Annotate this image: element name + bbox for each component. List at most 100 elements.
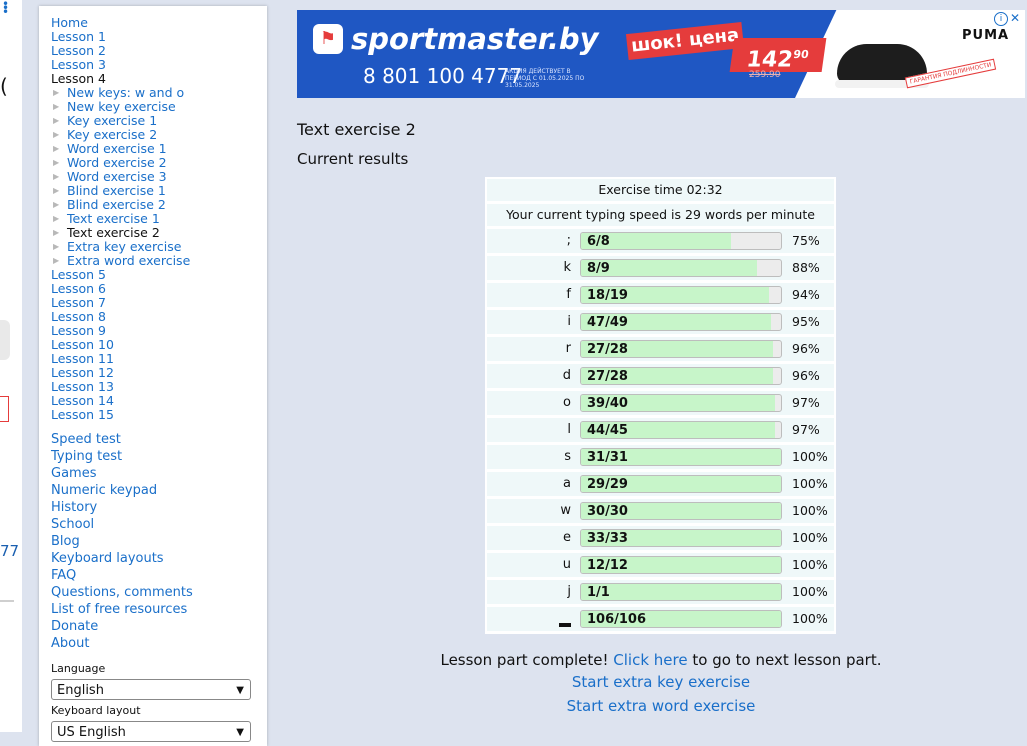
- key-row: d 27/28 96%: [487, 364, 834, 388]
- subnav-key-exercise-2[interactable]: ▶ Key exercise 2: [53, 128, 190, 142]
- subnav-label: New keys: w and o: [67, 85, 185, 100]
- nav-school[interactable]: School: [51, 516, 193, 533]
- key-row: r 27/28 96%: [487, 337, 834, 361]
- key-row: k 8/9 88%: [487, 256, 834, 280]
- subnav-label: Word exercise 1: [67, 141, 167, 156]
- extra-key-exercise-link[interactable]: Start extra key exercise: [572, 673, 750, 691]
- nav-lesson-14[interactable]: Lesson 14: [51, 394, 190, 408]
- ad-close-icon[interactable]: ✕: [1010, 11, 1020, 25]
- subnav-extra-key-exercise[interactable]: ▶ Extra key exercise: [53, 240, 190, 254]
- subnav-label: New key exercise: [67, 99, 176, 114]
- subnav-word-exercise-2[interactable]: ▶ Word exercise 2: [53, 156, 190, 170]
- nav-lesson-6[interactable]: Lesson 6: [51, 282, 190, 296]
- key-char: e: [563, 530, 571, 545]
- ad-number-fragment: 77: [0, 542, 20, 560]
- nav-faq[interactable]: FAQ: [51, 567, 193, 584]
- nav-lesson-2[interactable]: Lesson 2: [51, 44, 190, 58]
- chevron-right-icon: ▶: [53, 214, 60, 223]
- subnav-word-exercise-3[interactable]: ▶ Word exercise 3: [53, 170, 190, 184]
- nav-blog[interactable]: Blog: [51, 533, 193, 550]
- subnav-extra-word-exercise[interactable]: ▶ Extra word exercise: [53, 254, 190, 268]
- subnav-label: Text exercise 2: [67, 225, 160, 240]
- key-char: d: [562, 368, 571, 383]
- chevron-right-icon: ▶: [53, 242, 60, 251]
- key-char: r: [565, 341, 571, 356]
- nav-lesson-11[interactable]: Lesson 11: [51, 352, 190, 366]
- nav-numeric-keypad[interactable]: Numeric keypad: [51, 482, 193, 499]
- key-row: s 31/31 100%: [487, 445, 834, 469]
- next-lesson-link[interactable]: Click here: [613, 651, 687, 669]
- language-select-value: English: [57, 683, 104, 698]
- nav-games[interactable]: Games: [51, 465, 193, 482]
- key-count: 8/9: [587, 261, 610, 276]
- subnav-new-keys-w-and-o[interactable]: ▶ New keys: w and o: [53, 86, 190, 100]
- nav-lesson-8[interactable]: Lesson 8: [51, 310, 190, 324]
- accuracy-bar: 12/12: [580, 556, 782, 574]
- chevron-down-icon: ▼: [236, 727, 244, 738]
- key-row: f 18/19 94%: [487, 283, 834, 307]
- accuracy-bar: 18/19: [580, 286, 782, 304]
- accuracy-bar: 33/33: [580, 529, 782, 547]
- key-accuracy-percent: 100%: [792, 584, 828, 599]
- key-accuracy-percent: 94%: [792, 287, 820, 302]
- language-label: Language: [51, 662, 106, 675]
- nav-lesson-7[interactable]: Lesson 7: [51, 296, 190, 310]
- nav-typing-test[interactable]: Typing test: [51, 448, 193, 465]
- subnav-blind-exercise-1[interactable]: ▶ Blind exercise 1: [53, 184, 190, 198]
- nav-lesson-5[interactable]: Lesson 5: [51, 268, 190, 282]
- key-accuracy-percent: 97%: [792, 395, 820, 410]
- nav-donate[interactable]: Donate: [51, 618, 193, 635]
- space-key-icon: [559, 623, 571, 627]
- accuracy-bar-fill: [581, 584, 781, 600]
- subnav-text-exercise-1[interactable]: ▶ Text exercise 1: [53, 212, 190, 226]
- key-row: a 29/29 100%: [487, 472, 834, 496]
- key-row: j 1/1 100%: [487, 580, 834, 604]
- nav-about[interactable]: About: [51, 635, 193, 652]
- language-select[interactable]: English ▼: [51, 679, 251, 700]
- ad-banner[interactable]: ⚑ sportmaster.by 8 801 100 4777 АКЦИЯ ДЕ…: [297, 10, 1025, 98]
- chevron-right-icon: ▶: [53, 256, 60, 265]
- nav-lesson-3[interactable]: Lesson 3: [51, 58, 190, 72]
- nav-history[interactable]: History: [51, 499, 193, 516]
- subnav-new-key-exercise[interactable]: ▶ New key exercise: [53, 100, 190, 114]
- key-accuracy-percent: 100%: [792, 449, 828, 464]
- key-row: l 44/45 97%: [487, 418, 834, 442]
- nav-keyboard-layouts[interactable]: Keyboard layouts: [51, 550, 193, 567]
- ad-price-main: 142: [744, 47, 795, 73]
- nav-lesson-13[interactable]: Lesson 13: [51, 380, 190, 394]
- nav-list-of-free-resources[interactable]: List of free resources: [51, 601, 193, 618]
- subnav-word-exercise-1[interactable]: ▶ Word exercise 1: [53, 142, 190, 156]
- nav-speed-test[interactable]: Speed test: [51, 431, 193, 448]
- accuracy-bar: 39/40: [580, 394, 782, 412]
- ad-promo: шок! цена: [625, 21, 745, 61]
- left-ad-strip: • • • ( 77: [0, 0, 22, 732]
- nav-lesson-12[interactable]: Lesson 12: [51, 366, 190, 380]
- key-char: u: [562, 557, 571, 572]
- nav-home[interactable]: Home: [51, 16, 190, 30]
- key-row: 106/106 100%: [487, 607, 834, 631]
- nav-lesson-1[interactable]: Lesson 1: [51, 30, 190, 44]
- key-accuracy-percent: 96%: [792, 368, 820, 383]
- nav-lesson-10[interactable]: Lesson 10: [51, 338, 190, 352]
- nav-lesson-15[interactable]: Lesson 15: [51, 408, 190, 422]
- chevron-right-icon: ▶: [53, 158, 60, 167]
- extra-word-exercise-link[interactable]: Start extra word exercise: [567, 697, 756, 715]
- accuracy-bar: 31/31: [580, 448, 782, 466]
- chevron-right-icon: ▶: [53, 144, 60, 153]
- ad-fine-print: АКЦИЯ ДЕЙСТВУЕТ В ПЕРИОД С 01.05.2025 ПО…: [505, 68, 585, 89]
- results-heading: Current results: [297, 150, 409, 168]
- nav-lesson-9[interactable]: Lesson 9: [51, 324, 190, 338]
- subnav-blind-exercise-2[interactable]: ▶ Blind exercise 2: [53, 198, 190, 212]
- nav-questions-comments[interactable]: Questions, comments: [51, 584, 193, 601]
- key-char: s: [564, 449, 571, 464]
- complete-suffix: to go to next lesson part.: [692, 651, 882, 669]
- more-options-icon[interactable]: • • •: [2, 0, 9, 18]
- key-count: 30/30: [587, 504, 628, 519]
- page-title: Text exercise 2: [297, 120, 416, 139]
- key-accuracy-percent: 100%: [792, 611, 828, 626]
- ad-phone: 8 801 100 4777: [363, 64, 523, 88]
- subnav-key-exercise-1[interactable]: ▶ Key exercise 1: [53, 114, 190, 128]
- ad-info-icon[interactable]: i: [994, 12, 1008, 26]
- key-count: 18/19: [587, 288, 628, 303]
- lesson-menu: Home Lesson 1 Lesson 2 Lesson 3 Lesson 4 ▶ Ne…: [51, 16, 190, 422]
